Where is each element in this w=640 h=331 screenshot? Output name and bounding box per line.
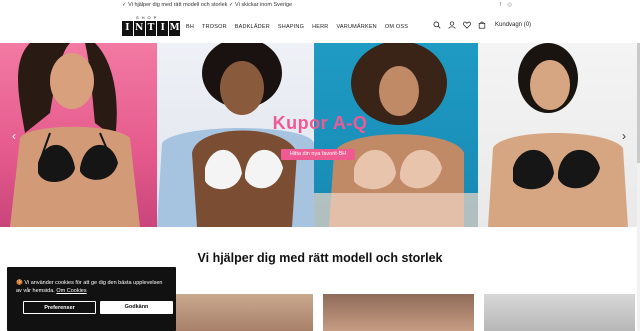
hero-photo-3 [314, 43, 478, 227]
search-icon[interactable] [433, 21, 441, 29]
section-title: Vi hjälper dig med rätt modell och storl… [197, 251, 443, 265]
chevron-left-icon[interactable]: ‹ [12, 129, 16, 143]
logo-shop-text: SHOP [136, 15, 160, 20]
logo-letter: T [145, 21, 157, 36]
nav-item-om-oss[interactable]: OM OSS [385, 24, 408, 30]
category-tiles [162, 294, 635, 331]
logo-letter: I [122, 21, 133, 36]
facebook-icon[interactable]: f [500, 2, 502, 8]
cookie-info-link[interactable]: Om Cookies [56, 288, 86, 294]
usp-text: ✓ Vi hjälper dig med rätt modell och sto… [122, 2, 293, 8]
logo-wordmark: I N T I M [122, 21, 180, 36]
cart-label[interactable]: Kundvagn (0) [495, 22, 531, 28]
header-actions: Kundvagn (0) [433, 21, 531, 29]
site-header: SHOP I N T I M BH TROSOR BADKLÄDER SHAPI… [0, 11, 640, 43]
social-links: f ◎ [500, 2, 512, 8]
nav-item-bh[interactable]: BH [186, 24, 194, 30]
cart-icon[interactable] [478, 21, 486, 29]
hero-banner[interactable]: Kupor A-Q Hitta din nya favorit-BH ‹ › [0, 43, 640, 227]
hero-photo-1 [0, 43, 157, 227]
wishlist-heart-icon[interactable] [463, 21, 471, 29]
chevron-right-icon[interactable]: › [622, 129, 626, 143]
hero-photo-4 [478, 43, 640, 227]
cookie-message: Vi använder cookies för att ge dig den b… [16, 280, 163, 294]
main-nav: BH TROSOR BADKLÄDER SHAPING HERR VARUMÄR… [186, 24, 408, 30]
instagram-icon[interactable]: ◎ [507, 2, 512, 8]
nav-item-herr[interactable]: HERR [312, 24, 328, 30]
hero-photo-2 [157, 43, 314, 227]
account-icon[interactable] [448, 21, 456, 29]
hero-title: Kupor A-Q [272, 113, 368, 133]
nav-item-trosor[interactable]: TROSOR [202, 24, 227, 30]
hero-cta-button[interactable]: Hitta din nya favorit-BH [281, 149, 355, 160]
announcement-bar: ✓ Vi hjälper dig med rätt modell och sto… [0, 0, 640, 11]
logo-letter: M [169, 21, 180, 36]
cookie-preferences-button[interactable]: Preferenser [23, 301, 96, 314]
logo-letter: I [157, 21, 169, 36]
logo-letter: N [133, 21, 145, 36]
nav-item-varumarken[interactable]: VARUMÄRKEN [336, 24, 376, 30]
category-tile-image[interactable] [162, 294, 313, 331]
cookie-banner: 🍪 Vi använder cookies för att ge dig den… [7, 267, 176, 331]
logo[interactable]: SHOP I N T I M [122, 15, 180, 39]
nav-item-badklader[interactable]: BADKLÄDER [235, 24, 270, 30]
cookie-accept-button[interactable]: Godkänn [100, 301, 173, 314]
category-tile-image[interactable] [484, 294, 635, 331]
cookie-text: 🍪 Vi använder cookies för att ge dig den… [16, 279, 168, 295]
category-tile-image[interactable] [323, 294, 474, 331]
nav-item-shaping[interactable]: SHAPING [278, 24, 304, 30]
cookie-icon: 🍪 [16, 280, 23, 286]
